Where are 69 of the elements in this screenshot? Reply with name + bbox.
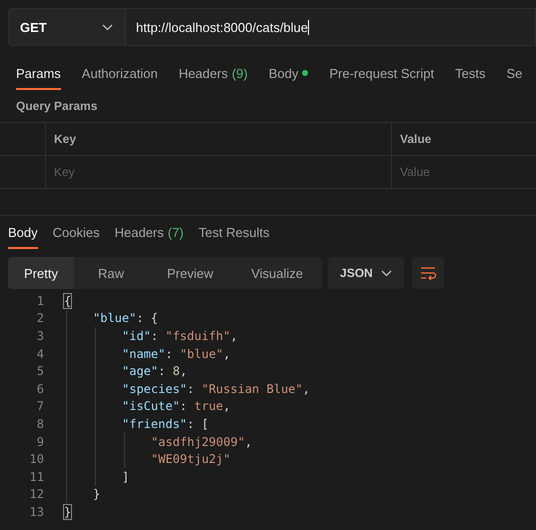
line-number: 9 (36, 434, 44, 449)
json-punctuation: , (223, 346, 230, 361)
json-key: "species" (122, 382, 188, 396)
request-tab[interactable]: Headers (9) (178, 58, 248, 90)
json-key: "friends" (122, 416, 188, 431)
json-punctuation: : (165, 346, 174, 361)
json-key: "age" (122, 364, 158, 378)
json-punctuation: , (223, 399, 230, 414)
wrap-lines-icon (420, 266, 436, 280)
json-value: 8 (172, 364, 180, 378)
json-punctuation: : [ (187, 416, 209, 431)
json-value: "blue" (180, 346, 224, 361)
json-punctuation: : (150, 328, 160, 343)
request-tab[interactable]: Tests (455, 58, 486, 90)
column-header: Key (45, 123, 391, 156)
json-punctuation: , (180, 364, 188, 378)
json-value: "fsduifh" (165, 328, 230, 343)
request-tab[interactable]: Pre-request Script (329, 58, 434, 90)
line-number: 5 (36, 364, 44, 378)
json-key: "id" (122, 328, 151, 343)
json-value: true (194, 399, 224, 414)
json-value: "Russian Blue" (201, 382, 303, 396)
line-number: 13 (28, 504, 44, 519)
column-header: Value (391, 123, 536, 156)
json-key: "isCute" (122, 399, 180, 414)
json-value: "asdfhj29009" (151, 434, 245, 449)
response-tab[interactable]: Headers (7) (114, 217, 184, 249)
json-punctuation: , (230, 328, 238, 343)
request-tab[interactable]: Authorization (82, 58, 158, 90)
json-punctuation: ] (122, 470, 130, 484)
line-number: 3 (36, 328, 44, 343)
view-mode-button[interactable]: Preview (148, 257, 232, 289)
view-mode-button[interactable]: Raw (74, 257, 148, 289)
request-tab[interactable]: Params (16, 58, 61, 90)
line-number: 2 (36, 311, 44, 326)
json-key: "name" (122, 346, 166, 361)
response-tab[interactable]: Test Results (198, 217, 270, 249)
matched-bracket: { (64, 294, 72, 308)
request-tab[interactable]: Se (506, 58, 522, 90)
view-mode-button[interactable]: Pretty (8, 257, 74, 289)
url-field[interactable]: http://localhost:8000/cats/blue (126, 8, 536, 46)
chevron-icon (102, 24, 113, 30)
section-title: Query Params (15, 98, 98, 115)
chevron-icon (381, 270, 392, 276)
json-punctuation: } (93, 487, 100, 502)
line-number: 4 (36, 346, 44, 361)
json-punctuation: : (187, 382, 196, 396)
response-tab[interactable]: Body (8, 217, 38, 249)
line-number: 6 (36, 382, 44, 396)
line-number: 12 (28, 487, 44, 502)
json-value: "WE09tju2j" (151, 452, 230, 466)
line-number: 7 (36, 399, 44, 414)
response-tab[interactable]: Cookies (52, 217, 100, 249)
line-number: 1 (36, 294, 44, 308)
json-punctuation: : (180, 399, 188, 414)
json-key: "blue" (93, 311, 136, 326)
view-mode-button[interactable]: Visualize (232, 257, 322, 289)
json-punctuation: , (302, 382, 310, 396)
line-number: 10 (28, 452, 44, 466)
format-dropdown[interactable]: JSON (328, 257, 404, 289)
method-dropdown[interactable]: GET (8, 8, 126, 46)
request-tab[interactable]: Body (268, 58, 308, 90)
json-punctuation: , (244, 434, 252, 449)
line-number: 8 (36, 416, 44, 431)
matched-bracket: } (64, 504, 72, 519)
json-punctuation: : (158, 364, 166, 378)
json-punctuation: : { (136, 311, 158, 326)
line-number: 11 (28, 470, 44, 484)
wrap-lines-button[interactable] (412, 257, 444, 289)
